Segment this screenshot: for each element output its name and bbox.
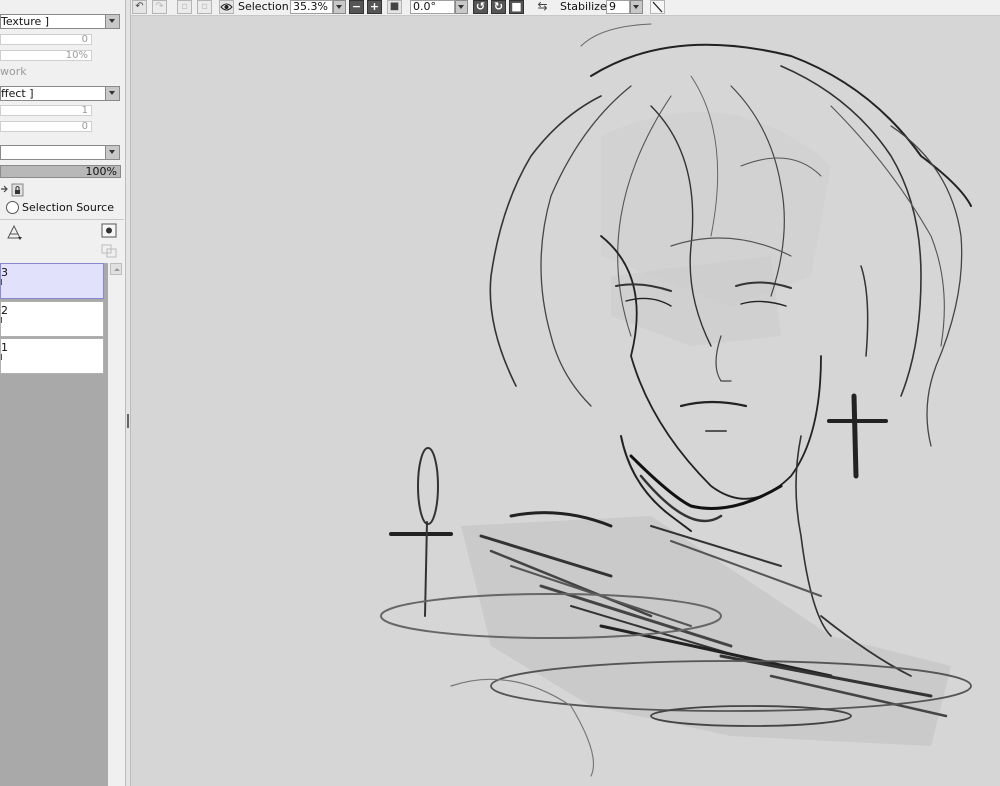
texture-strength-slider[interactable]: 10%	[0, 50, 92, 61]
effect-strength-value: 0	[81, 121, 88, 132]
texture-combo-label: Texture ]	[1, 15, 50, 28]
chevron-down-icon[interactable]	[105, 15, 119, 28]
rotate-left-button[interactable]: ↺	[473, 0, 488, 14]
copy-layer-icon[interactable]	[101, 244, 117, 258]
square-icon: ■	[511, 0, 522, 13]
left-panel: Texture ] 0 10% work ffect ] 1 0 100% Se…	[0, 0, 125, 786]
selection-source-radio[interactable]	[6, 201, 19, 214]
zoom-out-button[interactable]: −	[349, 0, 364, 14]
new-layer-icon[interactable]	[101, 223, 117, 238]
plus-icon: +	[369, 0, 380, 13]
work-label: work	[0, 65, 27, 78]
diagonal-line-icon	[652, 1, 663, 13]
effect-width-value: 1	[81, 105, 88, 116]
redo-icon: ↷	[155, 1, 164, 12]
selection-source-label: Selection Source	[22, 201, 114, 214]
move-icon[interactable]	[1, 185, 8, 193]
zoom-field[interactable]: 35.3%	[290, 0, 333, 14]
invert-selection-button[interactable]: ▫	[197, 0, 212, 14]
rotation-field[interactable]: 0.0°	[410, 0, 455, 14]
invert-selection-icon: ▫	[201, 1, 208, 12]
layer-visibility-mark	[1, 317, 2, 323]
minus-icon: −	[351, 0, 362, 13]
layer-item-3[interactable]: 3	[0, 263, 104, 299]
splitter-grip[interactable]	[127, 414, 129, 428]
undo-button[interactable]: ↶	[132, 0, 147, 14]
effect-combo[interactable]: ffect ]	[0, 86, 120, 101]
layer-visibility-mark	[1, 354, 2, 360]
layer-item-1[interactable]: 1	[0, 338, 104, 374]
scroll-up-button[interactable]	[110, 263, 122, 275]
layer-item-2[interactable]: 2	[0, 301, 104, 337]
rotate-left-icon: ↺	[475, 0, 486, 13]
undo-icon: ↶	[135, 1, 144, 12]
rotate-right-button[interactable]: ↻	[491, 0, 506, 14]
drawing-canvas[interactable]	[131, 16, 1000, 786]
selection-visibility-button[interactable]	[219, 0, 234, 14]
layer-effect-icon[interactable]	[7, 224, 22, 240]
sketch-artwork	[380, 23, 972, 777]
eye-icon	[220, 3, 233, 11]
opacity-slider[interactable]: 100%	[0, 165, 121, 178]
selection-label: Selection	[238, 0, 289, 13]
rotation-dropdown[interactable]	[455, 0, 468, 14]
square-icon: ■	[389, 1, 400, 12]
zoom-in-button[interactable]: +	[367, 0, 382, 14]
layer-name: 2	[1, 304, 8, 317]
opacity-value: 100%	[85, 165, 117, 178]
layer-visibility-mark	[1, 279, 2, 285]
effect-combo-label: ffect ]	[1, 87, 34, 100]
blend-mode-combo[interactable]	[0, 145, 120, 160]
layer-name: 1	[1, 341, 8, 354]
zoom-reset-button[interactable]: ■	[387, 0, 402, 14]
stabilizer-value: 9	[609, 0, 616, 13]
flip-horizontal-button[interactable]: ⇆	[535, 0, 550, 14]
flip-arrows-icon: ⇆	[537, 0, 548, 13]
effect-width-slider[interactable]: 1	[0, 105, 92, 116]
texture-strength-value: 10%	[65, 50, 88, 61]
stabilizer-dropdown[interactable]	[630, 0, 643, 14]
texture-scale-value: 0	[81, 34, 88, 45]
rotation-reset-button[interactable]: ■	[509, 0, 524, 14]
stabilizer-label: Stabilizer	[560, 0, 612, 13]
texture-combo[interactable]: Texture ]	[0, 14, 120, 29]
rotation-value: 0.0°	[413, 0, 436, 13]
stabilizer-field[interactable]: 9	[606, 0, 630, 14]
layer-scrollbar[interactable]	[110, 263, 122, 786]
effect-strength-slider[interactable]: 0	[0, 121, 92, 132]
deselect-button[interactable]: ▫	[177, 0, 192, 14]
straight-line-button[interactable]	[650, 0, 665, 14]
rotate-right-icon: ↻	[493, 0, 504, 13]
deselect-icon: ▫	[181, 1, 188, 12]
layer-list: 3 2 1	[0, 263, 108, 786]
chevron-down-icon[interactable]	[105, 146, 119, 159]
layer-name: 3	[1, 266, 8, 279]
zoom-dropdown[interactable]	[333, 0, 346, 14]
toolbar: ↶ ↷ ▫ ▫ Selection 35.3% − + ■ 0.0° ↺ ↻ ■…	[131, 0, 1000, 16]
texture-scale-slider[interactable]: 0	[0, 34, 92, 45]
zoom-value: 35.3%	[293, 0, 328, 13]
redo-button[interactable]: ↷	[152, 0, 167, 14]
chevron-down-icon[interactable]	[105, 87, 119, 100]
lock-icon[interactable]	[11, 183, 24, 197]
